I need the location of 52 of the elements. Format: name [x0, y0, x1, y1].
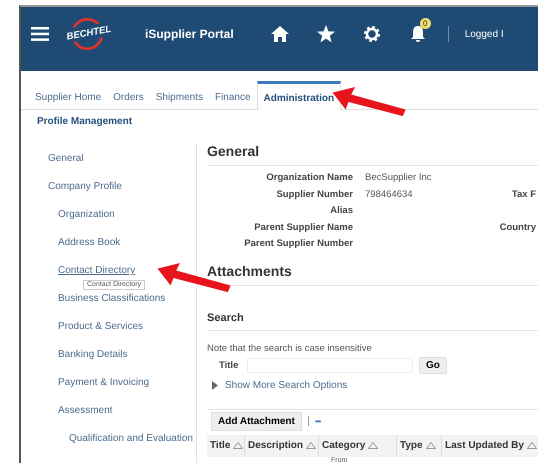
- sidebar-link[interactable]: Company Profile: [48, 181, 122, 193]
- notification-badge: 0: [420, 18, 431, 29]
- field-label: Alias: [329, 205, 353, 218]
- nav-tab[interactable]: Orders: [107, 92, 150, 109]
- sidebar-link[interactable]: Address Book: [58, 237, 120, 249]
- subtab-link[interactable]: Profile Management: [37, 116, 132, 127]
- nav-tab[interactable]: Shipments: [150, 92, 209, 109]
- login-status: Logged I: [464, 28, 504, 40]
- field-label: Supplier Number: [275, 188, 353, 202]
- column-header[interactable]: Category: [319, 434, 397, 456]
- nav-tab[interactable]: Finance: [208, 92, 257, 109]
- field-label: Parent Supplier Number: [243, 238, 353, 251]
- expand-icon[interactable]: [212, 380, 218, 390]
- sort-icon[interactable]: [526, 442, 537, 449]
- add-attachment-button[interactable]: Add Attachment: [211, 412, 302, 430]
- sort-icon[interactable]: [426, 442, 436, 449]
- sidebar-link[interactable]: General: [48, 153, 84, 165]
- sort-icon[interactable]: [306, 442, 316, 449]
- settings-icon[interactable]: [362, 24, 382, 44]
- field-label: Organization Name: [265, 172, 353, 185]
- field-value: 798464634: [365, 188, 413, 200]
- more-button[interactable]: •••: [314, 416, 320, 426]
- sidebar-link[interactable]: Assessment: [58, 405, 112, 417]
- column-header[interactable]: Description: [245, 434, 319, 456]
- star-icon[interactable]: [316, 24, 336, 44]
- field-label: Parent Supplier Name: [253, 222, 353, 234]
- more-options-link[interactable]: Show More Search Options: [225, 380, 348, 390]
- column-header[interactable]: Title: [207, 434, 245, 456]
- field-label: Title: [219, 360, 240, 370]
- sort-icon[interactable]: [233, 442, 244, 449]
- search-heading: Search: [207, 312, 538, 330]
- column-header[interactable]: Last Updated By: [442, 434, 538, 456]
- sort-icon[interactable]: [368, 442, 378, 449]
- home-icon[interactable]: [270, 24, 290, 44]
- sidebar-link[interactable]: Banking Details: [58, 349, 128, 361]
- menu-icon[interactable]: [31, 27, 49, 41]
- field-value: BecSupplier Inc: [365, 172, 432, 183]
- app-title: iSupplier Portal: [145, 27, 234, 41]
- sidebar-link[interactable]: Qualification and Evaluation: [69, 433, 193, 445]
- search-note: Note that the search is case insensitive: [207, 342, 373, 354]
- section-heading: General: [207, 143, 538, 166]
- field-label: Country: [500, 222, 536, 232]
- column-header[interactable]: Type: [397, 434, 442, 456]
- sidebar-link[interactable]: Contact Directory: [58, 265, 136, 277]
- sidebar-link[interactable]: Business Classifications: [58, 293, 166, 305]
- nav-tab[interactable]: Administration: [256, 81, 342, 110]
- sidebar-link[interactable]: Organization: [58, 209, 115, 221]
- nav-tab[interactable]: Supplier Home: [29, 92, 108, 109]
- field-label: Tax F: [512, 188, 536, 200]
- sidebar-link[interactable]: Payment & Invoicing: [58, 377, 150, 389]
- sidebar-link[interactable]: Product & Services: [58, 321, 144, 333]
- go-button[interactable]: Go: [419, 356, 447, 374]
